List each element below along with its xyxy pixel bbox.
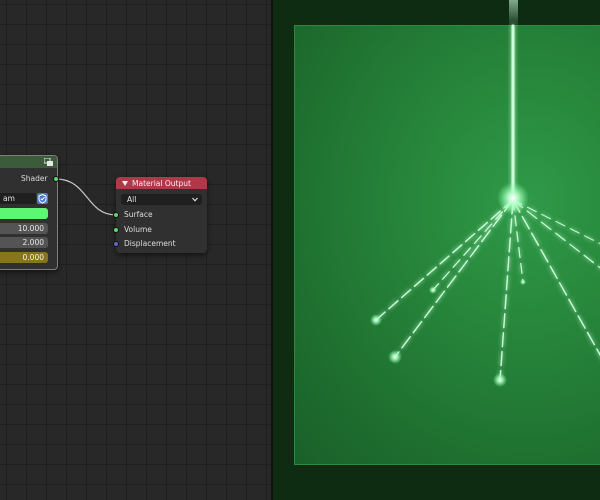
light-dot-2 [388, 350, 402, 364]
beam-6 [512, 199, 600, 357]
displacement-input-label: Displacement [124, 239, 176, 248]
surface-input-socket[interactable] [113, 212, 119, 218]
target-select[interactable]: All [121, 194, 202, 205]
beam-3 [432, 199, 514, 291]
beam-2 [394, 199, 514, 358]
fake-user-shield-icon[interactable] [37, 193, 48, 204]
emission-color-swatch[interactable] [0, 208, 48, 219]
shader-output-socket[interactable] [53, 176, 59, 182]
light-dot-5 [520, 279, 526, 285]
target-select-value: All [127, 195, 137, 204]
material-output-title: Material Output [132, 178, 191, 188]
volume-input-label: Volume [124, 225, 152, 234]
node-tree-icon [44, 158, 53, 166]
node-editor[interactable]: Shader am 10.000 2.000 0.000 Material Ou… [0, 0, 271, 500]
surface-input-label: Surface [124, 210, 153, 219]
light-dot-4 [429, 286, 437, 294]
light-dot-3 [493, 373, 507, 387]
triangle-down-icon[interactable] [122, 180, 128, 186]
emission-value-field-3[interactable]: 0.000 [0, 252, 48, 263]
material-output-header[interactable]: Material Output [116, 177, 207, 189]
light-dot-1 [370, 314, 382, 326]
datablock-name-text: am [3, 194, 15, 203]
emission-value-field-1[interactable]: 10.000 [0, 223, 48, 234]
beam-core [497, 182, 529, 214]
volume-input-socket[interactable] [113, 227, 119, 233]
emission-value-field-2[interactable]: 2.000 [0, 237, 48, 248]
beam-7 [512, 199, 600, 269]
beam-top-glow [509, 0, 518, 28]
datablock-name-field[interactable]: am [0, 193, 36, 204]
render-preview-beams [370, 0, 600, 387]
emission-node-header[interactable] [0, 156, 57, 168]
displacement-input-socket[interactable] [113, 241, 119, 247]
emission-node[interactable]: Shader am 10.000 2.000 0.000 [0, 155, 59, 270]
beam-4 [499, 199, 514, 381]
chevron-down-icon [192, 197, 198, 202]
beam-1 [375, 199, 514, 321]
shader-link [55, 178, 117, 216]
shader-output-label: Shader [21, 174, 48, 183]
viewport-3d[interactable] [273, 0, 600, 500]
material-output-node[interactable]: Material Output All Surface Volume Displ… [113, 177, 207, 253]
